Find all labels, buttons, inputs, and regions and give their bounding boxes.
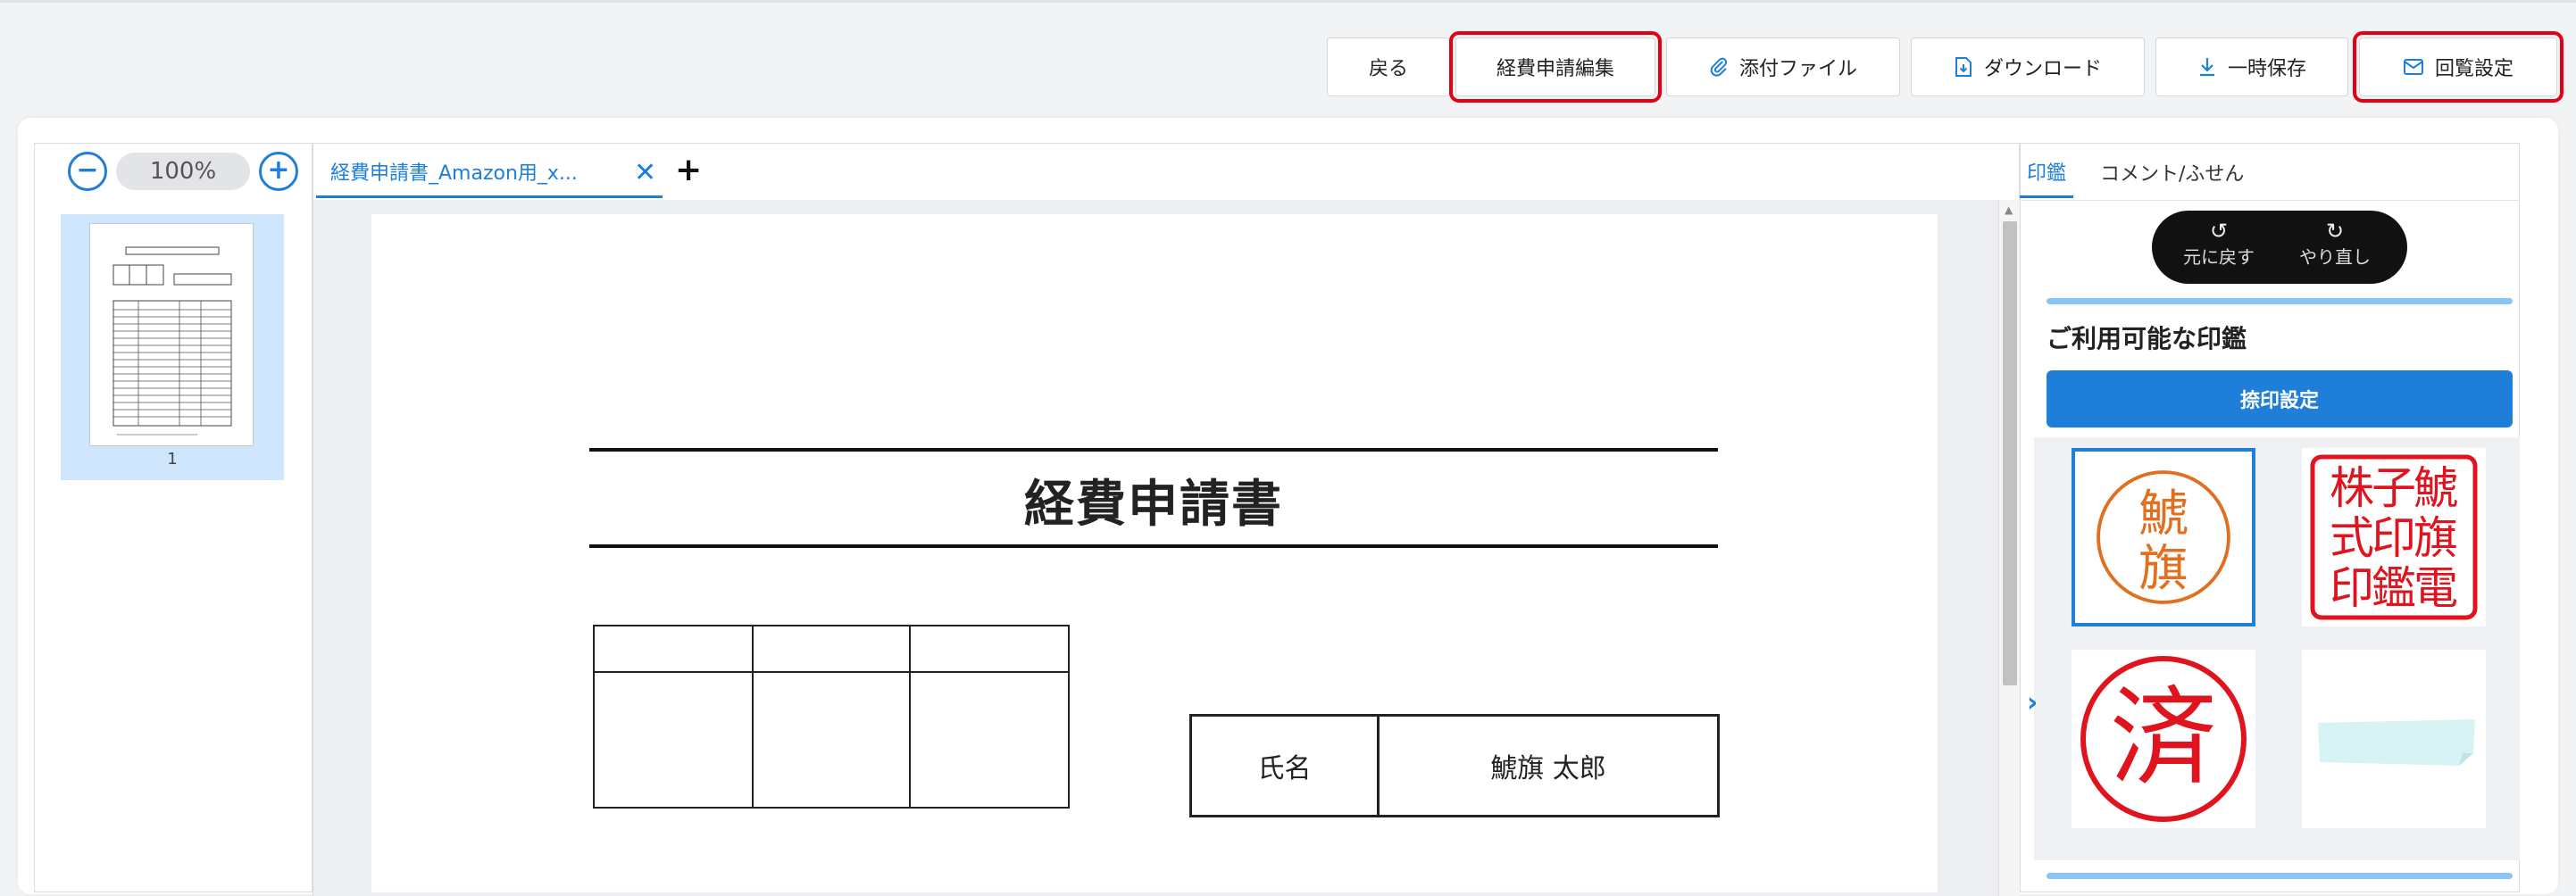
name-stamp-icon: 鯱 旗: [2097, 470, 2230, 604]
tab-stamps[interactable]: 印鑑: [2020, 146, 2073, 198]
circulation-settings-label: 回覧設定: [2434, 58, 2513, 80]
redo-icon: ↻: [2325, 219, 2345, 244]
circulation-settings-button[interactable]: 回覧設定: [2353, 31, 2563, 103]
title-rule-bottom: [589, 544, 1718, 548]
tab-comments-label: コメント/ふせん: [2100, 163, 2245, 186]
document-tab-label: 経費申請書_Amazon用_x...: [330, 162, 578, 185]
undo-icon: ↺: [2209, 219, 2229, 244]
close-icon[interactable]: ✕: [634, 157, 656, 188]
scroll-up-icon[interactable]: ▲: [2005, 203, 2013, 216]
tab-comments[interactable]: コメント/ふせん: [2100, 146, 2244, 198]
tab-divider: [2020, 200, 2520, 201]
mail-icon: [2403, 58, 2424, 76]
stamp-char-2: 旗: [2138, 540, 2188, 598]
top-divider: [0, 0, 2576, 3]
approval-divider: [909, 626, 911, 807]
tab-stamps-label: 印鑑: [2026, 162, 2066, 185]
thumbnail-preview-icon: [113, 246, 232, 436]
svg-text:電: 電: [2413, 562, 2458, 614]
paperclip-icon: [1709, 57, 1729, 77]
stamp-name-round[interactable]: 鯱 旗: [2072, 448, 2255, 626]
name-label: 氏名: [1192, 717, 1380, 815]
done-stamp-icon: 済: [2080, 656, 2247, 822]
stamp-char-1: 鯱: [2138, 485, 2188, 543]
sticky-note-icon: [2318, 719, 2475, 766]
redo-label: やり直し: [2299, 246, 2371, 268]
svg-text:印: 印: [2372, 512, 2416, 564]
undo-button[interactable]: ↺ 元に戻す: [2170, 220, 2268, 269]
svg-text:印: 印: [2330, 562, 2374, 614]
download-button[interactable]: ダウンロード: [1911, 37, 2145, 96]
back-button[interactable]: 戻る: [1327, 37, 1450, 96]
edit-expense-button[interactable]: 経費申請編集: [1449, 31, 1662, 103]
company-seal-icon: 鯱旗電 子印鑑 株式印: [2310, 454, 2478, 620]
undo-redo-bar: ↺ 元に戻す ↻ やり直し: [2152, 211, 2407, 284]
add-tab-icon[interactable]: +: [675, 152, 702, 188]
approval-divider: [752, 626, 754, 807]
sticky-note-item[interactable]: [2302, 650, 2486, 828]
attachments-button[interactable]: 添付ファイル: [1666, 37, 1900, 96]
approval-stamp-table: [593, 625, 1070, 809]
stamp-settings-label: 捺印設定: [2239, 390, 2319, 412]
edit-expense-label: 経費申請編集: [1496, 58, 1614, 80]
document-title: 経費申請書: [1024, 476, 1283, 534]
download-arrow-icon: [2197, 56, 2217, 78]
save-temp-label: 一時保存: [2227, 58, 2306, 80]
stamp-company-seal[interactable]: 鯱旗電 子印鑑 株式印: [2302, 448, 2486, 626]
back-label: 戻る: [1368, 58, 1408, 80]
available-stamps-title: ご利用可能な印鑑: [2047, 324, 2247, 353]
redo-button[interactable]: ↻ やり直し: [2286, 220, 2384, 269]
stamp-char-done: 済: [2110, 676, 2217, 801]
thumbnail-page-number: 1: [167, 450, 178, 469]
svg-text:式: 式: [2330, 512, 2374, 564]
name-value: 鯱旗 太郎: [1490, 753, 1606, 784]
stamp-done[interactable]: 済: [2072, 650, 2255, 828]
attachments-label: 添付ファイル: [1738, 58, 1857, 80]
zoom-in-button[interactable]: +: [259, 152, 298, 191]
svg-text:鯱: 鯱: [2413, 462, 2458, 514]
toolbar: 戻る 経費申請編集 添付ファイル ダウンロード 一時保存 回覧設定: [0, 31, 2576, 103]
title-rule-top: [589, 448, 1718, 452]
approval-header-line: [595, 671, 1068, 673]
svg-text:鑑: 鑑: [2372, 562, 2416, 614]
name-table: 氏名 鯱旗 太郎: [1189, 714, 1720, 817]
zoom-out-button[interactable]: −: [68, 152, 107, 191]
document-scrollbar[interactable]: ▲: [1998, 200, 2020, 896]
page-thumbnail[interactable]: [89, 223, 254, 446]
undo-label: 元に戻す: [2183, 246, 2255, 268]
download-label: ダウンロード: [1983, 58, 2102, 80]
save-temp-button[interactable]: 一時保存: [2155, 37, 2348, 96]
zoom-controls: − 100% +: [68, 152, 298, 191]
svg-text:旗: 旗: [2413, 512, 2458, 564]
section-divider: [2047, 298, 2513, 304]
zoom-level: 100%: [116, 153, 250, 190]
file-download-icon: [1954, 56, 1973, 78]
svg-text:株: 株: [2330, 462, 2374, 514]
section-divider-bottom: [2047, 873, 2513, 879]
scrollbar-thumb[interactable]: [2003, 221, 2017, 685]
svg-text:子: 子: [2372, 462, 2416, 514]
stamp-settings-button[interactable]: 捺印設定: [2047, 370, 2513, 427]
document-tab[interactable]: 経費申請書_Amazon用_x...: [316, 146, 663, 198]
chevron-right-icon[interactable]: ›: [2027, 687, 2038, 718]
